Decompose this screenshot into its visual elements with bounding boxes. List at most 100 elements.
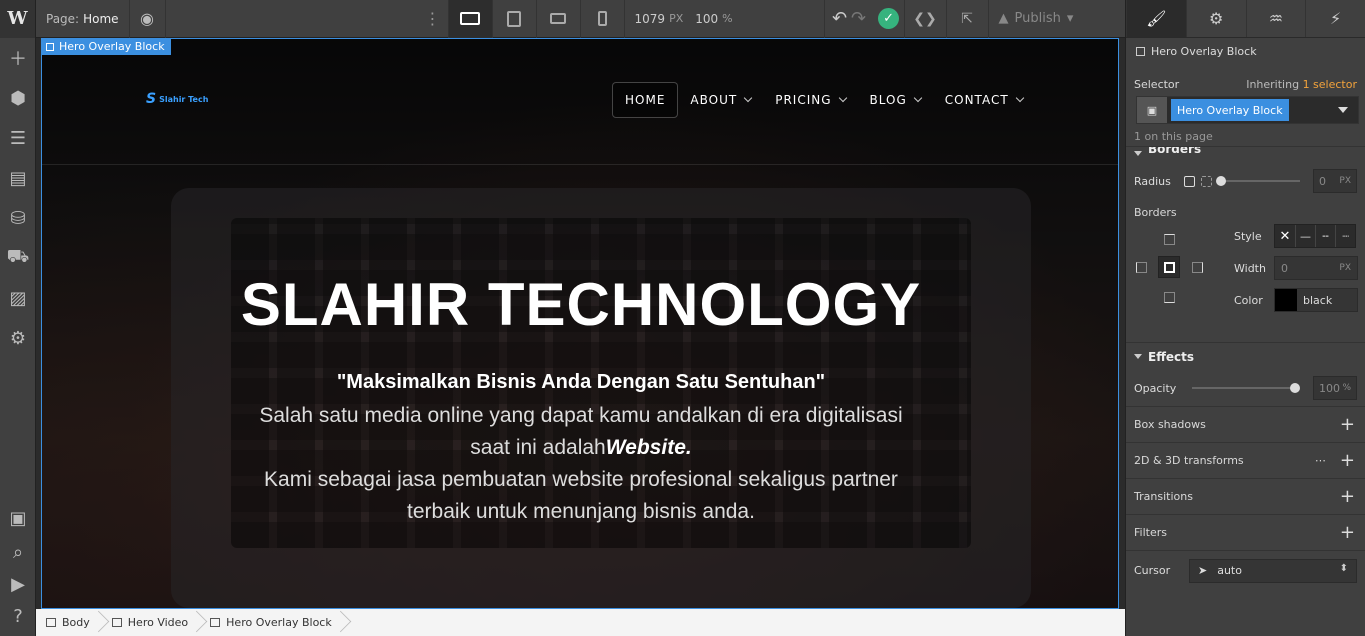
style-manager-drops-icon[interactable]: ♒ [1245, 0, 1306, 37]
pages-icon[interactable]: ▤ [0, 158, 36, 198]
opacity-input[interactable]: 100% [1313, 376, 1357, 400]
radius-input[interactable]: 0 PX [1313, 169, 1357, 193]
settings-gear-icon[interactable]: ⚙ [1185, 0, 1246, 37]
design-canvas[interactable]: S Slahir Tech HOME ABOUT PRICING BLOG CO… [41, 38, 1119, 609]
add-icon[interactable]: + [1340, 486, 1355, 507]
nav-item-home[interactable]: HOME [612, 82, 679, 118]
border-solid-icon[interactable]: — [1295, 225, 1315, 247]
opacity-label: Opacity [1134, 381, 1177, 395]
inheriting-info[interactable]: Inheriting 1 selector [1246, 78, 1357, 91]
ecommerce-icon[interactable]: ⛟ [0, 238, 36, 278]
opacity-slider[interactable] [1192, 383, 1300, 393]
border-none-icon[interactable]: ✕ [1275, 225, 1295, 247]
box-shadows-row[interactable]: Box shadows + [1126, 406, 1365, 442]
border-dashed-icon[interactable]: ╌ [1315, 225, 1335, 247]
border-style-row: Style ✕ — ╌ ┈ [1234, 224, 1356, 248]
breadcrumb-body[interactable]: Body [36, 609, 102, 636]
hero-paragraph: Salah satu media online yang dapat kamu … [246, 400, 916, 528]
nav-label: HOME [625, 93, 666, 107]
radius-all-icon[interactable] [1184, 175, 1195, 187]
preview-eye-icon[interactable]: ◉ [130, 0, 166, 38]
radius-value: 0 [1319, 174, 1326, 188]
undo-icon[interactable]: ↶ [832, 8, 847, 29]
effects-section-header[interactable]: Effects [1126, 342, 1365, 370]
add-icon[interactable]: + [1340, 450, 1355, 471]
border-all-icon[interactable] [1158, 256, 1180, 278]
add-icon[interactable]: + [1340, 414, 1355, 435]
selected-element-name: Hero Overlay Block [59, 40, 165, 53]
navigator-icon[interactable]: ☰ [0, 118, 36, 158]
inheriting-count: 1 selector [1302, 77, 1357, 91]
border-color-input[interactable]: black [1274, 288, 1358, 312]
brand-text: Slahir Tech [159, 94, 209, 104]
borders-editor: Borders Style ✕ — ╌ ┈ Width 0 PX Color b… [1126, 206, 1365, 312]
radius-individual-icon[interactable] [1201, 175, 1212, 187]
canvas-dimensions: 1079 PX 100 % [623, 0, 824, 38]
page-selector[interactable]: Page: Home [36, 0, 130, 38]
add-icon[interactable]: + [1340, 522, 1355, 543]
nav-label: CONTACT [944, 93, 1009, 107]
webflow-logo[interactable]: W [0, 0, 36, 38]
export-icon[interactable]: ⇱ [945, 0, 988, 38]
slider-knob[interactable] [1216, 176, 1226, 186]
class-tag[interactable]: Hero Overlay Block [1171, 99, 1289, 121]
border-top-icon[interactable] [1158, 228, 1180, 250]
selector-state-icon[interactable]: ▣ [1137, 97, 1167, 123]
interactions-bolt-icon[interactable]: ⚡ [1305, 0, 1365, 37]
slider-knob[interactable] [1290, 383, 1300, 393]
breakpoint-desktop-button[interactable] [447, 0, 492, 38]
chevron-down-icon[interactable] [1338, 107, 1348, 113]
border-width-input[interactable]: 0 PX [1274, 256, 1358, 280]
nav-menu: HOME ABOUT PRICING BLOG CONTACT [612, 82, 1035, 118]
cursor-select[interactable]: ➤ auto ⬍ [1189, 558, 1357, 583]
color-value: black [1303, 293, 1333, 307]
help-icon[interactable]: ? [0, 596, 36, 636]
saved-status[interactable]: ✓ [874, 8, 904, 29]
opacity-value: 100 [1319, 381, 1340, 395]
brand-mark-icon: S [146, 91, 157, 107]
selected-element-label[interactable]: Hero Overlay Block [41, 38, 171, 55]
transforms-label: 2D & 3D transforms [1134, 454, 1244, 467]
transitions-row[interactable]: Transitions + [1126, 478, 1365, 514]
code-icon[interactable]: ❮❯ [903, 0, 946, 38]
canvas-width: 1079 [634, 11, 666, 26]
color-label: Color [1234, 293, 1263, 307]
redo-icon[interactable]: ↷ [851, 8, 866, 29]
selector-label: Selector [1134, 77, 1180, 91]
settings-icon[interactable]: ⚙ [0, 318, 36, 358]
rocket-icon: ▲ [998, 11, 1009, 26]
color-swatch[interactable] [1275, 289, 1297, 311]
breakpoint-landscape-button[interactable] [535, 0, 580, 38]
breadcrumb-hero-video[interactable]: Hero Video [102, 609, 200, 636]
brand-logo[interactable]: S Slahir Tech [146, 91, 208, 107]
selector-field[interactable]: ▣ Hero Overlay Block [1136, 96, 1359, 124]
page-label: Page: [46, 11, 80, 26]
border-bottom-icon[interactable] [1158, 286, 1180, 308]
breakpoint-tablet-button[interactable] [491, 0, 536, 38]
publish-button[interactable]: ▲ Publish ▾ [987, 0, 1091, 38]
border-left-icon[interactable] [1130, 256, 1152, 278]
section-title: Effects [1148, 349, 1195, 364]
border-dotted-icon[interactable]: ┈ [1335, 225, 1355, 247]
border-right-icon[interactable] [1186, 256, 1208, 278]
radius-slider[interactable] [1216, 176, 1300, 186]
element-box-icon [1136, 46, 1145, 56]
nav-item-blog[interactable]: BLOG [858, 82, 933, 118]
breadcrumb-hero-overlay[interactable]: Hero Overlay Block [200, 609, 344, 636]
nav-item-contact[interactable]: CONTACT [933, 82, 1035, 118]
style-brush-icon[interactable]: 🖌 [1126, 0, 1186, 37]
hero-line1-emphasis: Website. [605, 436, 692, 459]
nav-item-pricing[interactable]: PRICING [763, 82, 857, 118]
transforms-row[interactable]: 2D & 3D transforms ⋯ + [1126, 442, 1365, 478]
symbols-icon[interactable]: ⬢ [0, 78, 36, 118]
cms-icon[interactable]: ⛁ [0, 198, 36, 238]
cursor-arrow-icon: ➤ [1198, 564, 1208, 577]
filters-row[interactable]: Filters + [1126, 514, 1365, 550]
breakpoint-portrait-button[interactable] [579, 0, 624, 38]
assets-icon[interactable]: ▨ [0, 278, 36, 318]
add-icon[interactable]: ＋ [0, 38, 36, 78]
nav-item-about[interactable]: ABOUT [678, 82, 763, 118]
borders-section-header[interactable]: Borders [1126, 146, 1365, 156]
more-icon[interactable]: ⋯ [1315, 454, 1326, 467]
more-options-icon[interactable]: ⋮ [418, 9, 448, 28]
